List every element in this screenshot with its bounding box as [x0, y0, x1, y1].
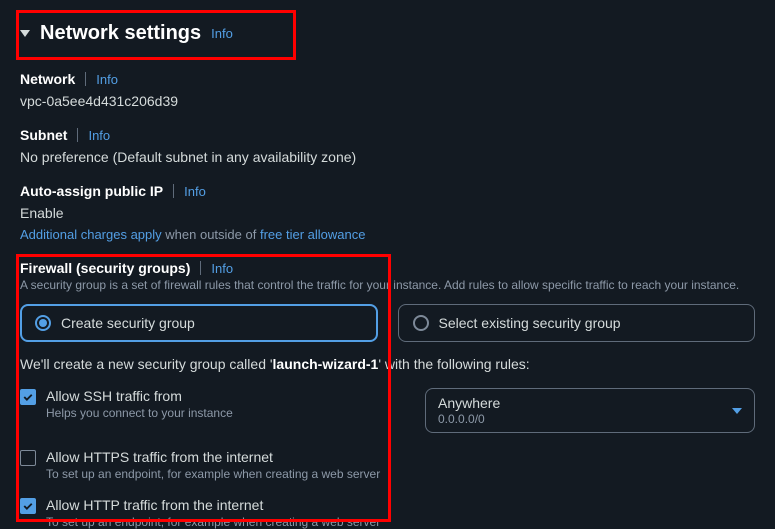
divider [85, 72, 86, 86]
rule-http-desc: To set up an endpoint, for example when … [46, 515, 380, 529]
dropdown-value: 0.0.0.0/0 [438, 412, 500, 426]
subnet-value: No preference (Default subnet in any ava… [20, 149, 755, 165]
checkbox-allow-https[interactable] [20, 450, 36, 466]
network-settings-header[interactable]: Network settings Info [20, 18, 755, 53]
public-ip-label: Auto-assign public IP [20, 183, 163, 199]
firewall-label: Firewall (security groups) [20, 260, 190, 276]
info-link-subnet[interactable]: Info [88, 128, 110, 143]
radio-create-security-group[interactable]: Create security group [20, 304, 378, 342]
caret-down-icon [20, 30, 30, 37]
free-tier-link[interactable]: free tier allowance [260, 227, 366, 242]
divider [77, 128, 78, 142]
check-icon [22, 500, 34, 512]
ssh-source-dropdown[interactable]: Anywhere 0.0.0.0/0 [425, 388, 755, 433]
security-group-note: We'll create a new security group called… [20, 356, 755, 372]
radio-select-existing-security-group[interactable]: Select existing security group [398, 304, 756, 342]
checkbox-allow-ssh[interactable] [20, 389, 36, 405]
rule-ssh-desc: Helps you connect to your instance [46, 406, 233, 420]
dropdown-label: Anywhere [438, 395, 500, 412]
caret-down-icon [732, 408, 742, 414]
public-ip-value: Enable [20, 205, 755, 221]
radio-label: Select existing security group [439, 315, 621, 331]
charges-mid-text: when outside of [162, 227, 260, 242]
radio-label: Create security group [61, 315, 195, 331]
firewall-description: A security group is a set of firewall ru… [20, 278, 755, 292]
public-ip-field: Auto-assign public IP Info Enable Additi… [20, 183, 755, 242]
divider [200, 261, 201, 275]
security-group-name: launch-wizard-1 [273, 356, 379, 372]
radio-icon [413, 315, 429, 331]
subnet-field: Subnet Info No preference (Default subne… [20, 127, 755, 165]
network-field: Network Info vpc-0a5ee4d431c206d39 [20, 71, 755, 109]
radio-icon [35, 315, 51, 331]
rule-http-title: Allow HTTP traffic from the internet [46, 497, 380, 513]
subnet-label: Subnet [20, 127, 67, 143]
info-link-header[interactable]: Info [211, 26, 233, 41]
info-link-public-ip[interactable]: Info [184, 184, 206, 199]
check-icon [22, 391, 34, 403]
network-value: vpc-0a5ee4d431c206d39 [20, 93, 755, 109]
charges-note: Additional charges apply when outside of… [20, 227, 755, 242]
rule-https-title: Allow HTTPS traffic from the internet [46, 449, 380, 465]
section-title: Network settings [40, 22, 201, 45]
rule-https-desc: To set up an endpoint, for example when … [46, 467, 380, 481]
firewall-section: Firewall (security groups) Info A securi… [20, 260, 755, 529]
info-link-network[interactable]: Info [96, 72, 118, 87]
rule-ssh-title: Allow SSH traffic from [46, 388, 233, 404]
checkbox-allow-http[interactable] [20, 498, 36, 514]
info-link-firewall[interactable]: Info [211, 261, 233, 276]
charges-apply-link[interactable]: Additional charges apply [20, 227, 162, 242]
network-label: Network [20, 71, 75, 87]
divider [173, 184, 174, 198]
